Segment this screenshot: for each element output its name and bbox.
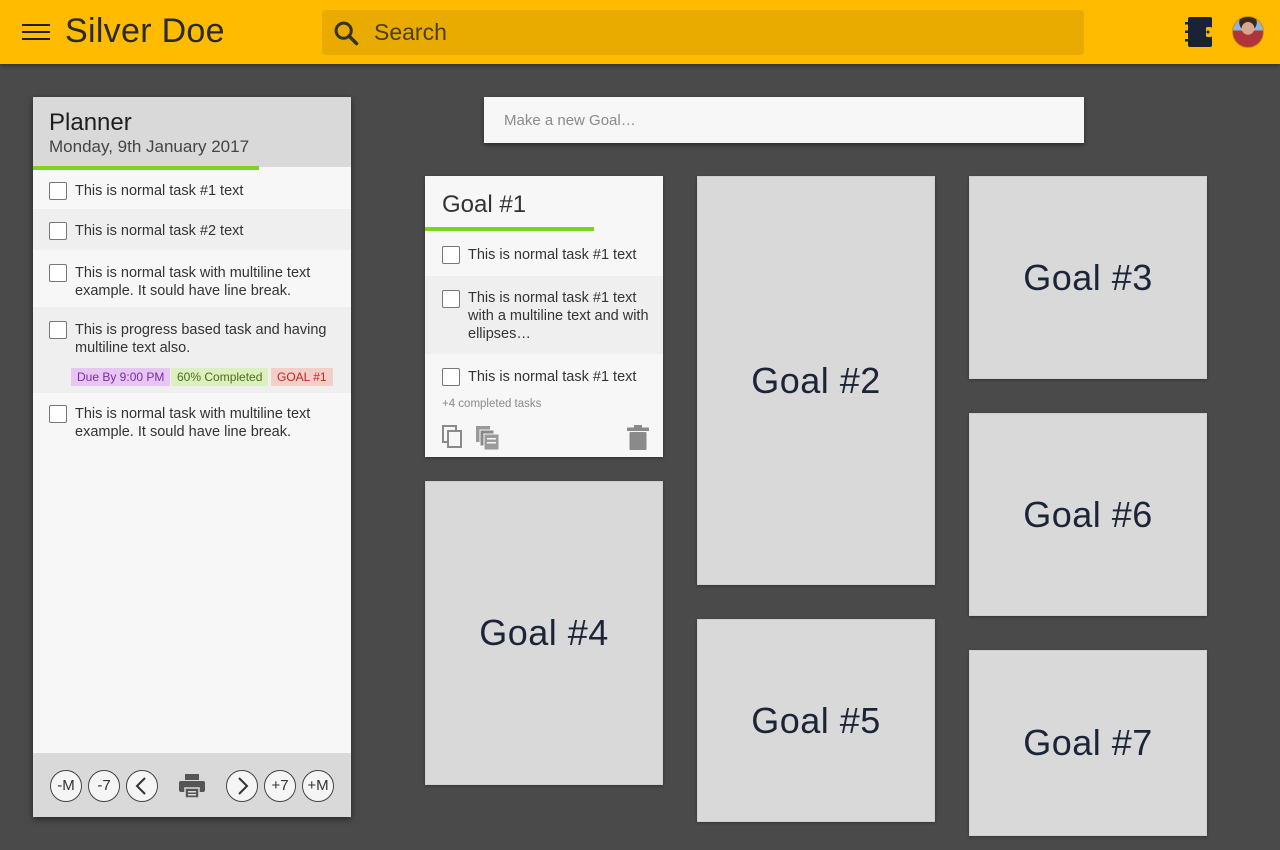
task-text: This is normal task #1 text <box>468 247 637 263</box>
goal-title: Goal #4 <box>479 612 609 653</box>
list-item[interactable]: This is normal task #1 text with a multi… <box>425 276 663 354</box>
list-item[interactable]: This is normal task #1 text <box>425 231 663 276</box>
goal-card-6[interactable]: Goal #6 <box>969 413 1207 616</box>
search-bar[interactable] <box>322 10 1084 55</box>
goal-title: Goal #3 <box>1023 256 1153 298</box>
goal-badge[interactable]: GOAL #1 <box>271 368 333 386</box>
list-item[interactable]: This is normal task #1 text <box>425 354 663 394</box>
progress-badge: 60% Completed <box>171 368 269 386</box>
due-badge: Due By 9:00 PM <box>71 368 171 386</box>
list-item[interactable]: This is normal task with multiline text … <box>33 393 351 451</box>
new-goal-bar[interactable] <box>484 97 1084 143</box>
task-text: This is normal task #1 text with a multi… <box>468 290 649 342</box>
task-checkbox[interactable] <box>442 246 460 264</box>
list-item[interactable]: This is normal task with multiline text … <box>33 250 351 307</box>
task-checkbox[interactable] <box>49 321 67 339</box>
list-item[interactable]: This is progress based task and having m… <box>33 307 351 393</box>
goal-title: Goal #7 <box>1023 722 1153 763</box>
goal-card-5[interactable]: Goal #5 <box>697 619 935 822</box>
app-title: Silver Doe <box>65 12 225 50</box>
copy-stack-icon[interactable] <box>475 425 501 451</box>
search-icon <box>334 21 359 46</box>
plus-week-button[interactable]: +7 <box>264 770 296 802</box>
planner-footer: -M -7 +7 +M <box>33 753 351 817</box>
goal-card-7[interactable]: Goal #7 <box>969 650 1207 836</box>
list-item[interactable]: This is normal task #1 text <box>33 170 351 209</box>
notebook-icon[interactable] <box>1185 16 1215 48</box>
task-checkbox[interactable] <box>49 182 67 200</box>
print-icon[interactable] <box>179 774 205 798</box>
avatar[interactable] <box>1232 16 1264 48</box>
chevron-left-icon <box>135 777 146 795</box>
top-app-bar: Silver Doe <box>0 0 1280 64</box>
task-text: This is normal task with multiline text … <box>75 406 311 440</box>
search-input[interactable] <box>374 10 1074 55</box>
minus-month-button[interactable]: -M <box>50 770 82 802</box>
trash-icon[interactable] <box>627 425 649 450</box>
chevron-right-icon <box>238 777 249 795</box>
list-item[interactable]: This is normal task #2 text <box>33 209 351 250</box>
goal-card-3[interactable]: Goal #3 <box>969 176 1207 379</box>
previous-day-button[interactable] <box>126 770 158 802</box>
task-text: This is normal task #1 text <box>468 369 637 385</box>
menu-icon[interactable] <box>22 22 50 42</box>
goal-card-2[interactable]: Goal #2 <box>697 176 935 585</box>
planner-date: Monday, 9th January 2017 <box>49 137 250 156</box>
plus-month-button[interactable]: +M <box>302 770 334 802</box>
next-day-button[interactable] <box>226 770 258 802</box>
completed-tasks-link[interactable]: +4 completed tasks <box>442 398 541 410</box>
task-checkbox[interactable] <box>442 290 460 308</box>
planner-panel: Planner Monday, 9th January 2017 This is… <box>33 97 351 817</box>
goal-title: Goal #6 <box>1023 493 1153 535</box>
planner-header: Planner Monday, 9th January 2017 <box>33 97 351 167</box>
copy-icon[interactable] <box>442 425 464 449</box>
task-text: This is normal task #1 text <box>75 183 244 199</box>
minus-week-button[interactable]: -7 <box>88 770 120 802</box>
goal-title: Goal #1 <box>442 191 527 218</box>
task-checkbox[interactable] <box>442 368 460 386</box>
task-checkbox[interactable] <box>49 405 67 423</box>
goal-title: Goal #2 <box>751 359 881 401</box>
task-text: This is progress based task and having m… <box>75 322 327 356</box>
goal-card-1[interactable]: Goal #1 This is normal task #1 text This… <box>425 176 663 457</box>
goal-card-4[interactable]: Goal #4 <box>425 481 663 785</box>
task-checkbox[interactable] <box>49 222 67 240</box>
planner-title: Planner <box>49 109 132 136</box>
task-text: This is normal task with multiline text … <box>75 265 311 299</box>
task-checkbox[interactable] <box>49 264 67 282</box>
task-text: This is normal task #2 text <box>75 223 244 239</box>
goal-title: Goal #5 <box>751 699 881 741</box>
new-goal-input[interactable] <box>504 97 1064 143</box>
